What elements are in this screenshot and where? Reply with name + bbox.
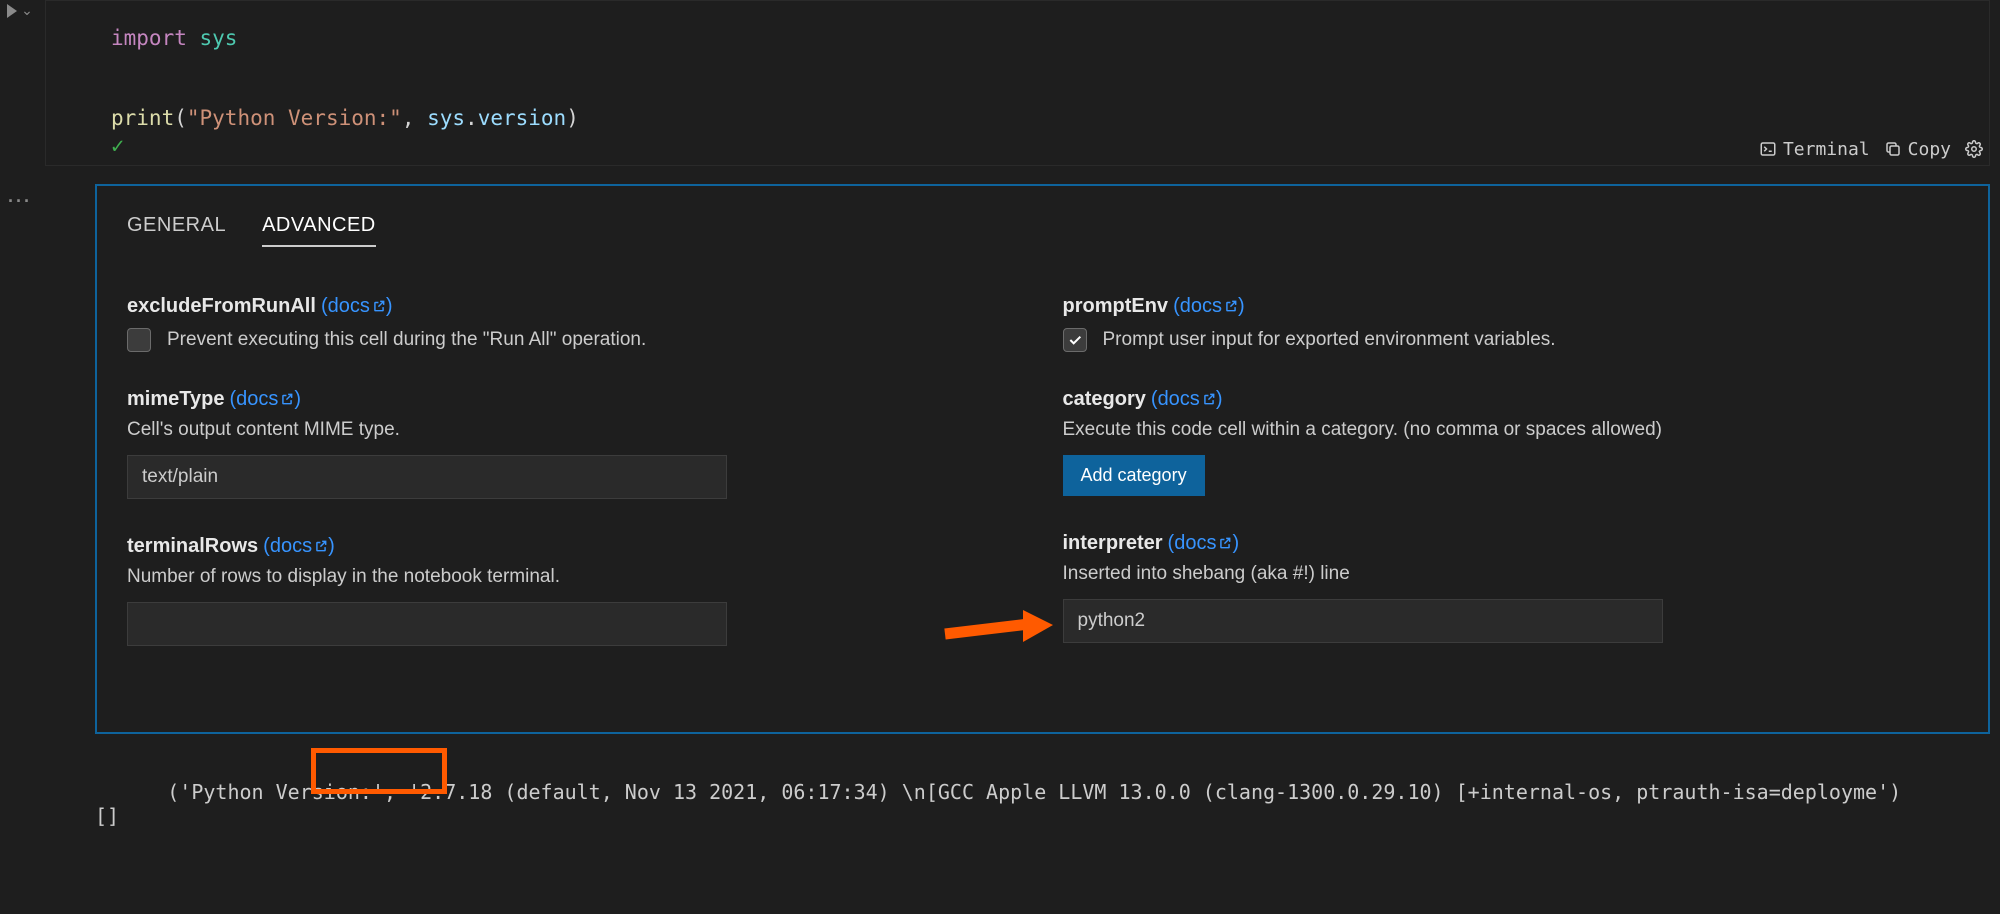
field-excludeFromRunAll: excludeFromRunAll (docs) Prevent executi… xyxy=(127,295,1023,352)
tab-general[interactable]: GENERAL xyxy=(127,214,226,247)
field-terminalRows: terminalRows (docs) Number of rows to di… xyxy=(127,535,1023,646)
left-gutter: ⌄ ··· xyxy=(0,0,40,914)
promptEnv-title: promptEnv xyxy=(1063,295,1169,317)
cell-output: ('Python Version:', '2.7.18 (default, No… xyxy=(95,756,1990,876)
docs-link-category[interactable]: (docs) xyxy=(1151,388,1223,410)
docs-link-terminalRows[interactable]: (docs) xyxy=(263,535,335,557)
code-line-blank xyxy=(111,59,1969,99)
interpreter-desc: Inserted into shebang (aka #!) line xyxy=(1063,563,1959,585)
settings-right-column: promptEnv (docs) Prompt user input for e… xyxy=(1063,295,1959,682)
copy-button[interactable]: Copy xyxy=(1884,139,1951,160)
docs-link-interpreter[interactable]: (docs) xyxy=(1168,532,1240,554)
output-line-2: [] xyxy=(95,804,119,828)
field-mimeType: mimeType (docs) Cell's output content MI… xyxy=(127,388,1023,499)
category-desc: Execute this code cell within a category… xyxy=(1063,419,1959,441)
cell-settings-panel: GENERAL ADVANCED excludeFromRunAll (docs… xyxy=(95,184,1990,734)
excludeFromRunAll-checkbox[interactable] xyxy=(127,328,151,352)
run-cell-icon[interactable] xyxy=(7,4,17,18)
excludeFromRunAll-title: excludeFromRunAll xyxy=(127,295,316,317)
terminalRows-desc: Number of rows to display in the noteboo… xyxy=(127,566,1023,588)
code-line-1: import sys xyxy=(111,19,1969,59)
field-promptEnv: promptEnv (docs) Prompt user input for e… xyxy=(1063,295,1959,352)
success-check-icon: ✓ xyxy=(111,134,124,159)
terminal-label: Terminal xyxy=(1783,139,1870,160)
settings-left-column: excludeFromRunAll (docs) Prevent executi… xyxy=(127,295,1023,682)
cell-action-bar: Terminal Copy xyxy=(1759,139,1983,160)
cell-settings-icon[interactable] xyxy=(1965,140,1983,158)
add-category-button[interactable]: Add category xyxy=(1063,455,1205,496)
excludeFromRunAll-desc: Prevent executing this cell during the "… xyxy=(167,329,646,351)
category-title: category xyxy=(1063,388,1146,410)
annotation-arrow-icon xyxy=(943,610,1053,646)
code-line-2: print("Python Version:", sys.version) xyxy=(111,99,1969,139)
settings-tabs: GENERAL ADVANCED xyxy=(127,214,1958,247)
docs-link-promptEnv[interactable]: (docs) xyxy=(1173,295,1245,317)
terminalRows-input[interactable] xyxy=(127,602,727,646)
open-terminal-button[interactable]: Terminal xyxy=(1759,139,1870,160)
terminalRows-title: terminalRows xyxy=(127,535,258,557)
interpreter-title: interpreter xyxy=(1063,532,1163,554)
interpreter-input[interactable] xyxy=(1063,599,1663,643)
code-cell[interactable]: import sys print("Python Version:", sys.… xyxy=(45,0,1990,166)
field-category: category (docs) Execute this code cell w… xyxy=(1063,388,1959,496)
copy-label: Copy xyxy=(1908,139,1951,160)
docs-link-excludeFromRunAll[interactable]: (docs) xyxy=(321,295,393,317)
promptEnv-desc: Prompt user input for exported environme… xyxy=(1103,329,1556,351)
docs-link-mimeType[interactable]: (docs) xyxy=(229,388,301,410)
field-interpreter: interpreter (docs) Inserted into shebang… xyxy=(1063,532,1959,643)
output-line-1: ('Python Version:', '2.7.18 (default, No… xyxy=(167,780,1901,804)
mimeType-title: mimeType xyxy=(127,388,224,410)
more-actions-icon[interactable]: ··· xyxy=(8,191,32,212)
mimeType-desc: Cell's output content MIME type. xyxy=(127,419,1023,441)
chevron-down-icon[interactable]: ⌄ xyxy=(21,2,33,19)
mimeType-input[interactable] xyxy=(127,455,727,499)
promptEnv-checkbox[interactable] xyxy=(1063,328,1087,352)
tab-advanced[interactable]: ADVANCED xyxy=(262,214,376,247)
